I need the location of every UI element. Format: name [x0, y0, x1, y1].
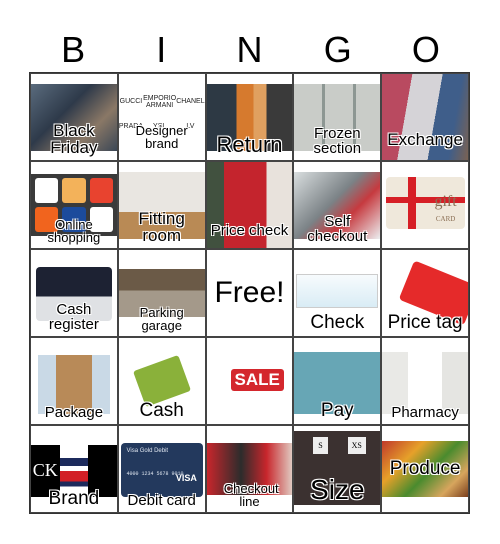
cell-label: Checkout line	[223, 481, 279, 509]
bingo-cell-produce[interactable]: Produce	[381, 425, 469, 513]
cell-label: Cash register	[48, 301, 99, 333]
bingo-cell-frozen-section[interactable]: Frozen section	[293, 73, 382, 161]
header-letter-n: N	[236, 29, 263, 70]
cell-label: Parking garage	[139, 305, 184, 333]
bingo-cell-sale[interactable]: SALE	[205, 337, 294, 425]
bingo-grid: Black Friday GUCCI EMPORIO ARMANI CHANEL…	[29, 72, 470, 514]
cell-label: Fitting room	[138, 209, 185, 245]
cell-label: Cash	[139, 400, 184, 421]
bingo-cell-designer-brand[interactable]: GUCCI EMPORIO ARMANI CHANEL PRADA YSL LV…	[117, 73, 206, 161]
visa-debit-card-image: Visa Gold Debit 4000 1234 5678 9010 VISA	[120, 443, 203, 497]
cell-label: Frozen section	[313, 125, 362, 157]
aliexpress-icon	[89, 178, 113, 203]
cell-label: Produce	[389, 458, 461, 479]
free-space-label: Free!	[214, 276, 285, 309]
bingo-cell-cash[interactable]: Cash	[117, 337, 206, 425]
bank-check-image	[296, 274, 379, 309]
cell-label: Price tag	[387, 312, 463, 333]
bingo-cell-free-space[interactable]: Free!	[205, 249, 294, 337]
bingo-header: B I N G O	[29, 28, 470, 72]
bingo-cell-brand[interactable]: CK Brand	[30, 425, 118, 513]
cell-label: Designer brand	[135, 123, 188, 151]
cell-label: Return	[216, 132, 283, 157]
gift-card-text: gift	[434, 193, 457, 211]
bingo-cell-size[interactable]: S XS Size	[293, 425, 382, 513]
header-letter-b: B	[61, 29, 86, 70]
card-title: Visa Gold Debit	[126, 448, 169, 455]
cell-label: Self checkout	[307, 213, 368, 245]
bingo-cell-cash-register[interactable]: Cash register	[30, 249, 118, 337]
gift-card-image: gift CARD	[385, 177, 465, 230]
bingo-cell-price-tag[interactable]: Price tag	[381, 249, 469, 337]
bingo-cell-pay[interactable]: Pay	[293, 337, 382, 425]
cell-label: Black Friday	[50, 121, 98, 157]
card-brand: VISA	[175, 472, 197, 483]
bingo-cell-package[interactable]: Package	[30, 337, 118, 425]
bingo-cell-pharmacy[interactable]: Pharmacy	[381, 337, 469, 425]
gift-card-subtext: CARD	[435, 214, 456, 223]
size-label-s: S	[313, 437, 328, 455]
cell-label: Check	[310, 312, 365, 333]
bingo-cell-price-check[interactable]: Price check	[205, 161, 294, 249]
bingo-cell-black-friday[interactable]: Black Friday	[30, 73, 118, 161]
cell-label: Exchange	[387, 130, 463, 149]
bingo-cell-online-shopping[interactable]: Online shopping	[30, 161, 118, 249]
header-letter-o: O	[411, 29, 440, 70]
bingo-cell-exchange[interactable]: Exchange	[381, 73, 469, 161]
cell-label: Size	[310, 474, 365, 505]
cell-label: Package	[44, 404, 104, 421]
logo-armani: EMPORIO ARMANI	[143, 94, 177, 109]
amazon-icon	[62, 178, 86, 203]
bingo-cell-return[interactable]: Return	[205, 73, 294, 161]
bingo-cell-gift-card[interactable]: gift CARD	[381, 161, 469, 249]
sale-tag-image: SALE	[230, 368, 284, 392]
bingo-cell-checkout-line[interactable]: Checkout line	[205, 425, 294, 513]
size-label-xs: XS	[347, 437, 366, 455]
cell-label: Brand	[48, 488, 100, 509]
logo-chanel: CHANEL	[176, 98, 205, 106]
logo-gucci: GUCCI	[119, 98, 143, 106]
cell-label: Price check	[210, 222, 289, 239]
header-letter-i: I	[156, 29, 167, 70]
cell-label: Debit card	[127, 492, 196, 509]
bingo-cell-fitting-room[interactable]: Fitting room	[117, 161, 206, 249]
bingo-cell-self-checkout[interactable]: Self checkout	[293, 161, 382, 249]
cell-label: Pharmacy	[391, 404, 459, 421]
bingo-cell-parking-garage[interactable]: Parking garage	[117, 249, 206, 337]
bingo-cell-debit-card[interactable]: Visa Gold Debit 4000 1234 5678 9010 VISA…	[117, 425, 206, 513]
bingo-cell-check[interactable]: Check	[293, 249, 382, 337]
header-letter-g: G	[323, 29, 352, 70]
ebay-icon	[35, 178, 59, 203]
cell-label: Online shopping	[47, 217, 101, 245]
cell-label: Pay	[320, 400, 354, 421]
